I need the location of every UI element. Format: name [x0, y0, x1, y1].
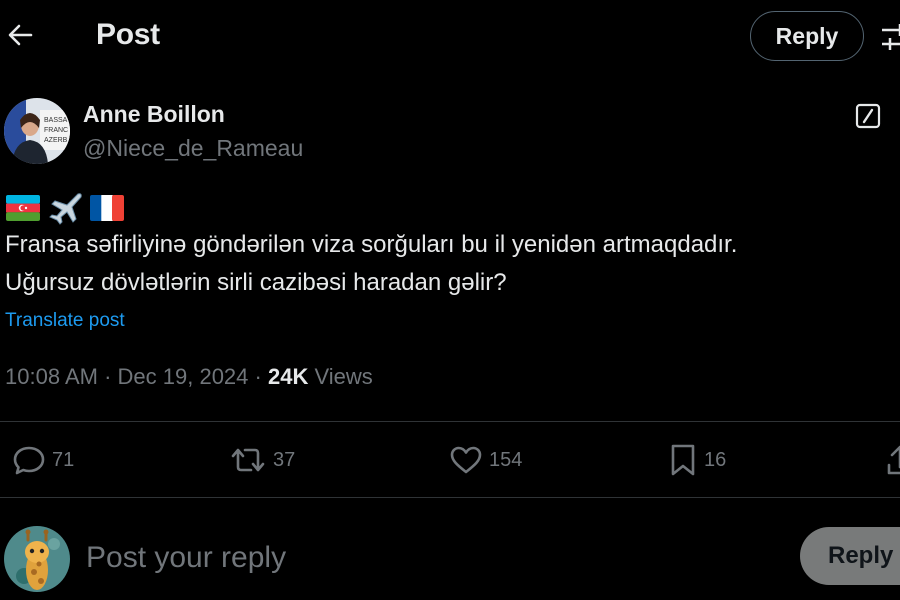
- meta-separator: ·: [254, 364, 262, 389]
- airplane-icon: [49, 193, 82, 225]
- share-icon: [887, 445, 900, 475]
- post-text-line: Fransa səfirliyinə göndərilən viza sorğu…: [5, 231, 738, 258]
- azerbaijan-flag-icon: [6, 195, 40, 221]
- reply-button[interactable]: Reply: [750, 11, 864, 61]
- like-count: 154: [489, 448, 523, 471]
- grok-icon: [855, 103, 881, 129]
- bookmark-action[interactable]: 16: [668, 440, 726, 480]
- post-text-line: Uğursuz dövlətlərin sirli cazibəsi harad…: [5, 269, 507, 296]
- views-label: Views: [314, 364, 373, 389]
- repost-count: 37: [273, 448, 296, 471]
- page-title: Post: [96, 18, 160, 51]
- back-button[interactable]: [0, 13, 40, 57]
- meta-separator: ·: [104, 364, 112, 389]
- divider: [0, 421, 900, 422]
- comment-icon: [13, 446, 45, 475]
- bookmark-count: 16: [704, 448, 727, 471]
- svg-text:AZERB: AZERB: [44, 137, 68, 144]
- post-date[interactable]: Dec 19, 2024: [118, 364, 249, 389]
- france-flag-icon: [90, 195, 124, 221]
- translate-post-link[interactable]: Translate post: [5, 310, 125, 332]
- submit-reply-button[interactable]: Reply: [800, 527, 900, 585]
- post-text: Fransa səfirliyinə göndərilən viza sorğu…: [5, 226, 895, 302]
- author-handle[interactable]: @Niece_de_Rameau: [83, 135, 303, 162]
- arrow-left-icon: [8, 24, 33, 46]
- svg-text:BASSA: BASSA: [44, 117, 68, 124]
- emoji-row: [6, 191, 124, 225]
- repost-icon: [231, 448, 265, 472]
- share-action[interactable]: [886, 440, 900, 480]
- svg-text:FRANC: FRANC: [44, 127, 68, 134]
- settings-button[interactable]: [880, 20, 900, 54]
- like-action[interactable]: 154: [449, 440, 522, 480]
- reply-count: 71: [52, 448, 75, 471]
- post-time[interactable]: 10:08 AM: [5, 364, 98, 389]
- bookmark-icon: [671, 444, 695, 476]
- post-meta: 10:08 AM · Dec 19, 2024 · 24K Views: [5, 364, 373, 390]
- reply-input[interactable]: [86, 535, 766, 581]
- grok-button[interactable]: [853, 101, 883, 131]
- views-count: 24K: [267, 364, 309, 389]
- sliders-icon: [882, 24, 900, 50]
- heart-icon: [450, 446, 482, 474]
- author-avatar[interactable]: BASSA FRANC AZERB: [4, 98, 70, 164]
- author-name[interactable]: Anne Boillon: [83, 101, 225, 128]
- current-user-avatar[interactable]: [4, 526, 70, 592]
- repost-action[interactable]: 37: [229, 440, 295, 480]
- divider: [0, 497, 900, 498]
- reply-action[interactable]: 71: [12, 440, 74, 480]
